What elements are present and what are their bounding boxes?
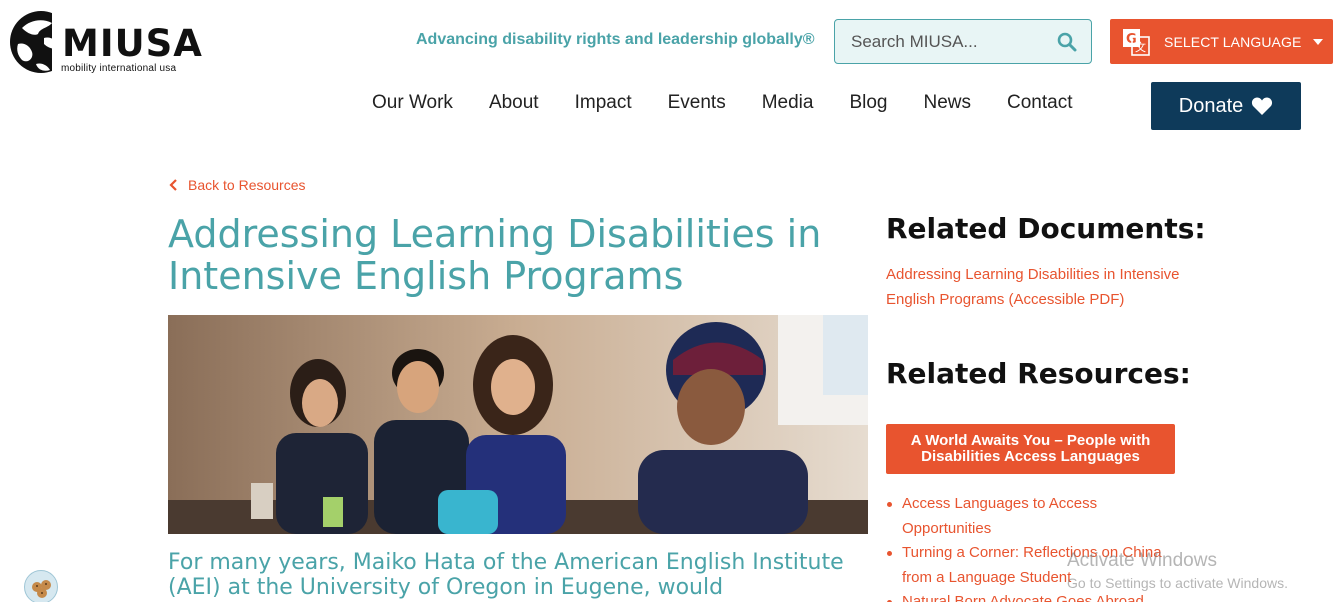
nav-news[interactable]: News	[924, 92, 972, 114]
hero-photo-illustration	[168, 315, 868, 534]
windows-activation-watermark-title: Activate Windows	[1067, 550, 1217, 571]
windows-activation-watermark-text: Go to Settings to activate Windows.	[1067, 575, 1288, 591]
tagline: Advancing disability rights and leadersh…	[416, 31, 815, 48]
back-to-resources-link[interactable]: Back to Resources	[168, 177, 306, 193]
featured-resource-button[interactable]: A World Awaits You – People with Disabil…	[886, 424, 1175, 474]
back-label: Back to Resources	[188, 177, 306, 193]
cookie-icon	[32, 580, 51, 598]
chevron-left-icon	[169, 179, 177, 191]
nav-about[interactable]: About	[489, 92, 539, 114]
miusa-logo[interactable]: MIUSA mobility international usa	[8, 6, 202, 78]
nav-events[interactable]: Events	[668, 92, 726, 114]
svg-text:文: 文	[1135, 40, 1146, 54]
nav-impact[interactable]: Impact	[575, 92, 632, 114]
donate-button[interactable]: Donate	[1151, 82, 1301, 130]
chevron-down-icon	[1313, 38, 1324, 45]
select-language-button[interactable]: G 文 SELECT LANGUAGE	[1110, 19, 1333, 64]
nav-contact[interactable]: Contact	[1007, 92, 1072, 114]
related-document-link[interactable]: Addressing Learning Disabilities in Inte…	[886, 262, 1186, 312]
nav-media[interactable]: Media	[762, 92, 814, 114]
related-resources-heading: Related Resources:	[886, 357, 1191, 390]
page-title: Addressing Learning Disabilities in Inte…	[168, 212, 822, 298]
search-box[interactable]: Search MIUSA...	[834, 19, 1092, 64]
search-icon[interactable]	[1057, 32, 1077, 52]
nav-blog[interactable]: Blog	[849, 92, 887, 114]
resource-link[interactable]: Access Languages to Access Opportunities	[886, 492, 1186, 541]
globe-logo-icon	[10, 6, 68, 76]
select-language-label: SELECT LANGUAGE	[1164, 33, 1302, 50]
hero-photo	[168, 315, 868, 534]
logo-subtitle: mobility international usa	[61, 63, 177, 74]
logo-wordmark: MIUSA	[62, 22, 203, 65]
search-input[interactable]: Search MIUSA...	[851, 32, 1057, 52]
resource-link[interactable]: Natural Born Advocate Goes Abroad	[886, 590, 1186, 602]
main-nav: Our Work About Impact Events Media Blog …	[372, 92, 1109, 114]
cookie-settings-button[interactable]	[24, 570, 58, 602]
nav-our-work[interactable]: Our Work	[372, 92, 453, 114]
related-documents-heading: Related Documents:	[886, 212, 1206, 245]
donate-label: Donate	[1178, 94, 1244, 117]
translate-icon: G 文	[1123, 28, 1150, 56]
lead-paragraph: For many years, Maiko Hata of the Americ…	[168, 550, 844, 600]
heart-icon	[1252, 97, 1273, 115]
